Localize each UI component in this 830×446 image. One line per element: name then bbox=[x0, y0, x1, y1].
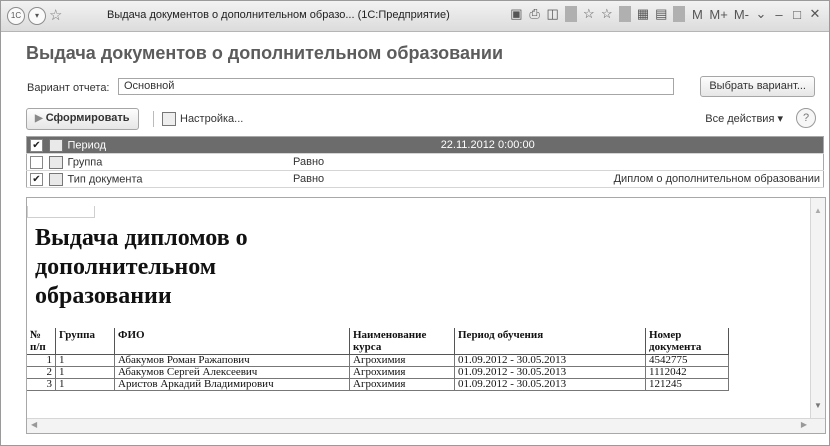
vertical-scrollbar[interactable]: ▲ ▼ bbox=[810, 198, 825, 418]
settings-icon bbox=[162, 112, 176, 126]
sheet-cell[interactable] bbox=[27, 206, 95, 218]
col-header: Группа bbox=[55, 328, 115, 355]
favorites-list-icon[interactable]: ☆ bbox=[601, 6, 613, 22]
memory-button[interactable]: M bbox=[691, 7, 703, 22]
field-icon bbox=[49, 138, 64, 152]
save-icon[interactable]: ▣ bbox=[510, 6, 522, 22]
scroll-right-icon[interactable]: ▶ bbox=[801, 420, 807, 429]
scroll-left-icon[interactable]: ◀ bbox=[31, 420, 37, 429]
variant-field[interactable]: Основной bbox=[118, 78, 674, 95]
cell-group: 1 bbox=[55, 378, 115, 391]
settings-row-group[interactable]: Группа Равно bbox=[26, 153, 824, 171]
cell-doc: 121245 bbox=[645, 378, 729, 391]
field-icon bbox=[49, 172, 64, 186]
group-checkbox[interactable] bbox=[30, 155, 43, 169]
settings-condition bbox=[290, 136, 438, 154]
cell-course: Агрохимия bbox=[349, 354, 455, 367]
settings-condition: Равно bbox=[290, 153, 438, 171]
table-row[interactable]: 1 1 Абакумов Роман Ражапович Агрохимия 0… bbox=[27, 354, 729, 367]
choose-variant-button[interactable]: Выбрать вариант... bbox=[700, 76, 815, 97]
app-logo-icon[interactable]: 1С bbox=[7, 7, 25, 25]
generate-label: Сформировать bbox=[45, 112, 130, 124]
period-checkbox[interactable]: ✔ bbox=[30, 138, 43, 152]
cell-fio: Аристов Аркадий Владимирович bbox=[114, 378, 350, 391]
play-icon: ▶ bbox=[35, 113, 43, 124]
report-header-row: № п/п Группа ФИО Наименование курса Пери… bbox=[27, 328, 729, 355]
cell-course: Агрохимия bbox=[349, 366, 455, 379]
col-header: Наименование курса bbox=[349, 328, 455, 355]
cell-period: 01.09.2012 - 30.05.2013 bbox=[454, 354, 646, 367]
settings-name: Тип документа bbox=[67, 172, 143, 185]
cell-num: 3 bbox=[27, 378, 56, 391]
dropdown-icon[interactable]: ⌄ bbox=[755, 6, 767, 22]
cell-doc: 4542775 bbox=[645, 354, 729, 367]
all-actions-menu[interactable]: Все действия ▾ bbox=[705, 112, 783, 125]
settings-row-doc-type[interactable]: ✔ Тип документа Равно Диплом о дополните… bbox=[26, 170, 824, 188]
cell-course: Агрохимия bbox=[349, 378, 455, 391]
settings-table: ✔ Период 22.11.2012 0:00:00 Группа Равно… bbox=[26, 136, 824, 188]
settings-value[interactable]: Диплом о дополнительном образовании bbox=[585, 170, 824, 188]
scroll-up-icon[interactable]: ▲ bbox=[814, 206, 822, 215]
table-row[interactable]: 2 1 Абакумов Сергей Алексеевич Агрохимия… bbox=[27, 366, 729, 379]
settings-button[interactable]: Настройка... bbox=[162, 112, 243, 126]
settings-label: Настройка... bbox=[180, 113, 244, 125]
title-toolbar: ▣ ⎙ ◫ ☆ ☆ ▦ ▤ M M+ M- ⌄ – □ ✕ bbox=[510, 6, 821, 22]
print-icon[interactable]: ⎙ bbox=[529, 6, 541, 22]
horizontal-scrollbar[interactable]: ◀ ▶ bbox=[27, 418, 825, 433]
toolbar-divider bbox=[618, 6, 631, 22]
doc-type-checkbox[interactable]: ✔ bbox=[30, 172, 43, 186]
report-title: Выдача дипломов о дополнительном образов… bbox=[35, 225, 248, 309]
memory-plus-button[interactable]: M+ bbox=[709, 7, 727, 22]
toolbar-divider bbox=[673, 6, 686, 22]
cell-fio: Абакумов Роман Ражапович bbox=[114, 354, 350, 367]
cell-period: 01.09.2012 - 30.05.2013 bbox=[454, 366, 646, 379]
col-header: Период обучения bbox=[454, 328, 646, 355]
table-row[interactable]: 3 1 Аристов Аркадий Владимирович Агрохим… bbox=[27, 378, 729, 391]
generate-report-button[interactable]: ▶ Сформировать bbox=[26, 108, 139, 130]
cell-num: 1 bbox=[27, 354, 56, 367]
cell-doc: 1112042 bbox=[645, 366, 729, 379]
settings-value[interactable] bbox=[437, 153, 586, 171]
toolbar-divider bbox=[564, 6, 577, 22]
cell-group: 1 bbox=[55, 366, 115, 379]
scroll-down-icon[interactable]: ▼ bbox=[814, 401, 822, 410]
minimize-icon[interactable]: – bbox=[773, 7, 785, 22]
cell-period: 01.09.2012 - 30.05.2013 bbox=[454, 378, 646, 391]
settings-condition: Равно bbox=[290, 170, 438, 188]
report-sheet: Выдача дипломов о дополнительном образов… bbox=[27, 198, 739, 418]
field-icon bbox=[49, 155, 64, 169]
settings-row-period[interactable]: ✔ Период 22.11.2012 0:00:00 bbox=[26, 136, 824, 154]
col-header: ФИО bbox=[114, 328, 350, 355]
report-table: № п/п Группа ФИО Наименование курса Пери… bbox=[27, 328, 729, 391]
title-bar: 1С ▾ ☆ Выдача документов о дополнительно… bbox=[1, 1, 829, 32]
window-title: Выдача документов о дополнительном образ… bbox=[107, 9, 450, 21]
toolbar-divider bbox=[153, 111, 154, 127]
maximize-icon[interactable]: □ bbox=[791, 7, 803, 22]
cell-num: 2 bbox=[27, 366, 56, 379]
cell-group: 1 bbox=[55, 354, 115, 367]
favorites-icon[interactable]: ☆ bbox=[583, 6, 595, 22]
close-icon[interactable]: ✕ bbox=[809, 6, 821, 22]
memory-minus-button[interactable]: M- bbox=[734, 7, 749, 22]
col-header: Номер документа bbox=[645, 328, 729, 355]
calculator-icon[interactable]: ▦ bbox=[637, 6, 649, 22]
page-title: Выдача документов о дополнительном образ… bbox=[26, 43, 504, 63]
calendar-icon[interactable]: ▤ bbox=[655, 6, 667, 22]
favorite-star-icon[interactable]: ☆ bbox=[49, 6, 62, 24]
settings-value[interactable]: 22.11.2012 0:00:00 bbox=[437, 136, 586, 154]
col-header: № п/п bbox=[27, 328, 56, 355]
settings-name: Группа bbox=[67, 155, 103, 168]
report-area: Выдача дипломов о дополнительном образов… bbox=[26, 197, 826, 434]
app-window: 1С ▾ ☆ Выдача документов о дополнительно… bbox=[0, 0, 830, 446]
cell-fio: Абакумов Сергей Алексеевич bbox=[114, 366, 350, 379]
variant-label: Вариант отчета: bbox=[27, 82, 110, 94]
help-icon[interactable]: ? bbox=[796, 108, 816, 128]
preview-icon[interactable]: ◫ bbox=[547, 6, 559, 22]
settings-name: Период bbox=[67, 138, 107, 151]
menu-dropdown-icon[interactable]: ▾ bbox=[28, 7, 46, 25]
